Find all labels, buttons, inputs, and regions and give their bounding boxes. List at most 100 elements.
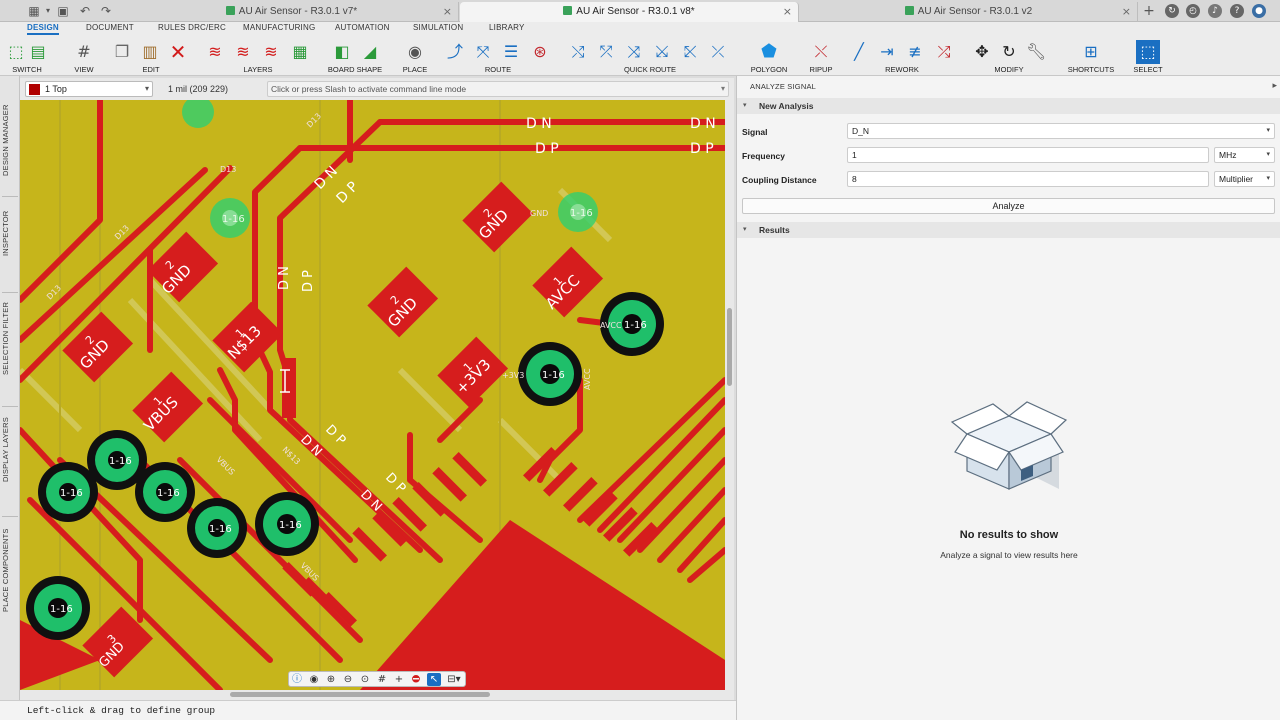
expand-triangle-icon[interactable]: ▾ <box>743 225 747 233</box>
sync-icon[interactable]: ↻ <box>1165 4 1179 18</box>
redo-icon[interactable]: ↷ <box>99 4 113 18</box>
eye-icon[interactable]: ◉ <box>307 673 321 686</box>
quick-route-bus-icon[interactable]: ⤨ <box>624 42 644 62</box>
rework-split-icon[interactable]: ⇥ <box>877 42 897 62</box>
section-new-analysis[interactable]: ▾ New Analysis <box>737 98 1280 114</box>
toolbar-group-label[interactable]: VIEW <box>64 65 104 74</box>
toolbar-group-label[interactable]: EDIT <box>110 65 192 74</box>
tab-document[interactable]: DOCUMENT <box>86 23 134 32</box>
paste-icon[interactable]: ▥ <box>140 42 160 62</box>
quick-route-icon[interactable]: ⤭ <box>568 42 588 62</box>
grid-icon[interactable]: # <box>375 673 389 686</box>
route-diff-icon[interactable]: ⤧ <box>473 42 493 62</box>
toolbar-group-label[interactable]: LAYERS <box>202 65 314 74</box>
rail-display-layers[interactable]: DISPLAY LAYERS <box>1 414 19 486</box>
select-icon[interactable]: ⬚ <box>1136 40 1160 64</box>
switch-3d-icon[interactable]: ▤ <box>28 42 48 62</box>
toolbar-group-label[interactable]: SELECT <box>1126 65 1170 74</box>
tab-library[interactable]: LIBRARY <box>489 23 525 32</box>
quick-route-fanout-icon[interactable]: ⤩ <box>652 42 672 62</box>
filter-dropdown-icon[interactable]: ⊟▾ <box>445 673 463 686</box>
tab-design[interactable]: DESIGN <box>27 23 59 35</box>
board-arc-icon[interactable]: ◢ <box>360 42 380 62</box>
toolbar-group-label[interactable]: MODIFY <box>966 65 1052 74</box>
layer-stack-icon[interactable]: ≋ <box>233 42 253 62</box>
grid-icon[interactable]: # <box>74 42 94 62</box>
rotate-icon[interactable]: ↻ <box>999 42 1019 62</box>
toolbar-group-label[interactable]: SWITCH <box>2 65 52 74</box>
save-icon[interactable]: ▣ <box>56 4 70 18</box>
shortcuts-icon[interactable]: ⊞ <box>1081 42 1101 62</box>
quick-route-air-icon[interactable]: ⤱ <box>596 42 616 62</box>
canvas-vertical-scrollbar[interactable] <box>725 100 734 690</box>
doc-tab-v7[interactable]: AU Air Sensor - R3.0.1 v7* × <box>125 2 459 22</box>
job-status-icon[interactable]: ◴ <box>1186 4 1200 18</box>
command-line-input[interactable]: Click or press Slash to activate command… <box>267 81 729 97</box>
zoom-out-icon[interactable]: ⊖ <box>341 673 355 686</box>
active-layer-select[interactable]: 1 Top ▾ <box>25 81 153 97</box>
info-icon[interactable]: ⓘ <box>290 673 304 686</box>
zoom-fit-icon[interactable]: ⊙ <box>358 673 372 686</box>
route-single-icon[interactable]: ⤴ <box>445 42 465 62</box>
tab-simulation[interactable]: SIMULATION <box>413 23 463 32</box>
layer-top-icon[interactable]: ≋ <box>205 42 225 62</box>
rail-place-components[interactable]: PLACE COMPONENTS <box>1 524 19 616</box>
zoom-in-icon[interactable]: ⊕ <box>324 673 338 686</box>
quick-route-all-icon[interactable]: ⤫ <box>708 42 728 62</box>
doc-tab-v8[interactable]: AU Air Sensor - R3.0.1 v8* × <box>460 2 799 22</box>
undo-icon[interactable]: ↶ <box>78 4 92 18</box>
route-meander-icon[interactable]: ⊛ <box>530 42 550 62</box>
switch-schematic-icon[interactable]: ⬚ <box>6 42 26 62</box>
scrollbar-thumb[interactable] <box>230 692 490 697</box>
collapse-panel-icon[interactable]: ▸ <box>1272 81 1277 91</box>
rework-slide-icon[interactable]: ╱ <box>849 42 869 62</box>
frequency-unit-select[interactable]: MHz ▾ <box>1214 147 1275 163</box>
notification-bell-icon[interactable]: ♪ <box>1208 4 1222 18</box>
rework-parallel-icon[interactable]: ≢ <box>905 42 925 62</box>
tab-manufacturing[interactable]: MANUFACTURING <box>243 23 315 32</box>
rail-design-manager[interactable]: DESIGN MANAGER <box>1 94 19 186</box>
rework-optimize-icon[interactable]: ⤮ <box>934 42 954 62</box>
signal-select[interactable]: D_N ▾ <box>847 123 1275 139</box>
move-icon[interactable]: ✥ <box>972 42 992 62</box>
route-multi-icon[interactable]: ☰ <box>501 42 521 62</box>
delete-icon[interactable]: ✕ <box>168 42 188 62</box>
rail-inspector[interactable]: INSPECTOR <box>1 206 19 260</box>
user-avatar-icon[interactable]: ● <box>1252 4 1266 18</box>
grid-menu-icon[interactable]: ▦ <box>27 4 41 18</box>
layer-grid-icon[interactable]: ▦ <box>290 42 310 62</box>
crosshair-icon[interactable]: + <box>392 673 406 686</box>
scrollbar-thumb[interactable] <box>727 308 732 386</box>
analyze-button[interactable]: Analyze <box>742 198 1275 214</box>
frequency-input[interactable]: 1 <box>847 147 1209 163</box>
board-outline-icon[interactable]: ◧ <box>332 42 352 62</box>
close-icon[interactable]: × <box>783 2 792 22</box>
coupling-input[interactable]: 8 <box>847 171 1209 187</box>
close-icon[interactable]: × <box>1122 2 1131 22</box>
expand-triangle-icon[interactable]: ▾ <box>743 101 747 109</box>
toolbar-group-label[interactable]: SHORTCUTS <box>1062 65 1120 74</box>
toolbar-group-label[interactable]: PLACE <box>396 65 434 74</box>
tab-rules[interactable]: RULES DRC/ERC <box>158 23 226 32</box>
coupling-unit-select[interactable]: Multiplier ▾ <box>1214 171 1275 187</box>
doc-tab-v2[interactable]: AU Air Sensor - R3.0.1 v2 × <box>800 2 1138 22</box>
help-icon[interactable]: ? <box>1230 4 1244 18</box>
close-icon[interactable]: × <box>443 2 452 22</box>
dropdown-arrow-icon[interactable]: ▾ <box>41 4 55 18</box>
toolbar-group-label[interactable]: QUICK ROUTE <box>566 65 734 74</box>
quick-route-sig-icon[interactable]: ⤪ <box>680 42 700 62</box>
chevron-down-icon[interactable]: ▾ <box>721 84 725 93</box>
polygon-icon[interactable]: ⬟ <box>759 42 779 62</box>
toolbar-group-label[interactable]: ROUTE <box>442 65 554 74</box>
tab-automation[interactable]: AUTOMATION <box>335 23 390 32</box>
section-results[interactable]: ▾ Results <box>737 222 1280 238</box>
ripup-icon[interactable]: ⤬ <box>811 42 831 62</box>
pcb-editor-canvas[interactable]: D N D N D P D P D N D P D N D P D N D P … <box>20 100 725 690</box>
place-component-icon[interactable]: ◉ <box>405 42 425 62</box>
new-tab-icon[interactable]: + <box>1142 4 1156 18</box>
layer-bottom-icon[interactable]: ≋ <box>261 42 281 62</box>
rail-selection-filter[interactable]: SELECTION FILTER <box>1 300 19 376</box>
toolbar-group-label[interactable]: BOARD SHAPE <box>326 65 384 74</box>
select-mode-icon[interactable]: ↖ <box>427 673 441 686</box>
wrench-icon[interactable]: 🔧︎ <box>1026 42 1046 62</box>
